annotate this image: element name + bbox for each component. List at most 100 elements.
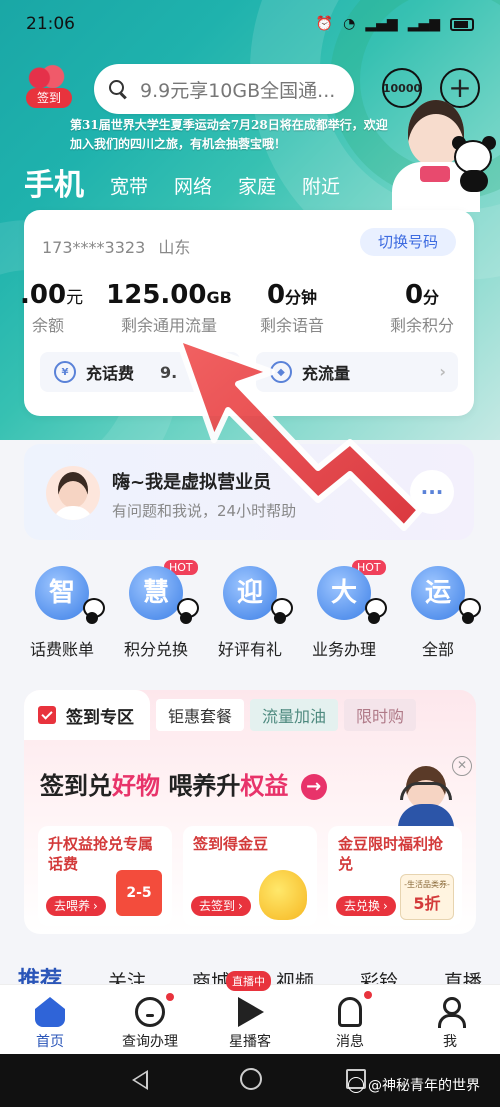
service-business[interactable]: HOT 大 业务办理 <box>298 560 390 660</box>
voice-unit: 分钟 <box>285 288 318 307</box>
assistant-title: 嗨~我是虚拟营业员 <box>112 472 272 493</box>
status-icons: ⏰ ◔ ▂▄▆ ▂▄▆ <box>316 16 474 32</box>
close-icon[interactable]: ✕ <box>452 756 472 776</box>
service-all[interactable]: 运 全部 <box>392 566 484 660</box>
promo-card[interactable]: 金豆限时福利抢兑 -生活品类券- 5折 去兑换 › <box>328 826 462 926</box>
nav-query[interactable]: 查询办理 <box>100 985 200 1051</box>
signal-icon: ▂▄▆ <box>407 16 440 32</box>
sign-in-badge[interactable]: 签到 <box>22 64 74 110</box>
back-icon[interactable] <box>132 1070 148 1090</box>
search-bar[interactable]: 9.9元享10GB全国通... <box>94 64 354 114</box>
promo-card[interactable]: 签到得金豆 去签到 › <box>183 826 317 926</box>
tab-nearby[interactable]: 附近 <box>302 172 340 199</box>
exchange-button[interactable]: 去兑换 › <box>336 896 396 916</box>
service-grid: 智 话费账单 HOT 慧 积分兑换 迎 好评有礼 HOT 大 业务办理 运 全部 <box>16 560 484 660</box>
tab-discount-plans[interactable]: 钜惠套餐 <box>156 699 245 731</box>
data-unit: GB <box>206 288 232 307</box>
watermark-text: @神秘青年的世界 <box>368 1078 480 1094</box>
search-icon <box>108 79 128 99</box>
switch-number-button[interactable]: 切换号码 <box>360 228 456 256</box>
sign-in-button[interactable]: 去签到 › <box>191 896 251 916</box>
nav-star-podcast[interactable]: 直播中 星播客 <box>200 971 300 1051</box>
points-exchange-icon: 慧 <box>129 566 199 624</box>
nav-messages[interactable]: 消息 <box>300 985 400 1051</box>
headline-part: 喂养升 <box>160 772 241 800</box>
phone-number: 173****3323 <box>42 238 146 257</box>
main-category-tabs: 手机 宽带 网络 家庭 附近 <box>24 160 366 204</box>
home-circle-icon[interactable] <box>240 1068 262 1090</box>
tab-flash-sale[interactable]: 限时购 <box>344 699 417 731</box>
tab-family[interactable]: 家庭 <box>238 172 276 199</box>
account-card: 173****3323 山东 切换号码 .00元 余额 125.00GB 剩余通… <box>20 210 474 416</box>
service-bill[interactable]: 智 话费账单 <box>16 566 108 660</box>
wifi-icon: ◔ <box>343 16 356 32</box>
status-bar: 21:06 ⏰ ◔ ▂▄▆ ▂▄▆ <box>0 0 500 48</box>
headline-part: 权益 <box>240 772 289 800</box>
province: 山东 <box>158 238 191 257</box>
balance-value: .00 <box>20 280 67 310</box>
promo-banner-text[interactable]: 第31届世界大学生夏季运动会7月28日将在成都举行，欢迎加入我们的四川之旅，有机… <box>70 116 390 154</box>
red-envelope-icon: 2-5 <box>116 870 162 916</box>
bell-icon <box>338 997 362 1027</box>
points-label: 剩余积分 <box>389 316 454 335</box>
query-icon <box>135 997 165 1027</box>
phone-number-line: 173****3323 山东 <box>42 234 190 258</box>
tab-network[interactable]: 网络 <box>174 172 212 199</box>
panda-mascot-icon <box>450 136 496 192</box>
tab-mobile[interactable]: 手机 <box>24 160 84 204</box>
recharge-data-button[interactable]: ◆ 充流量 › <box>256 352 458 392</box>
nav-me[interactable]: 我 <box>400 985 500 1051</box>
coupon-icon: -生活品类券- 5折 <box>400 874 454 920</box>
arrow-right-icon: → <box>300 774 327 800</box>
service-review-gift[interactable]: 迎 好评有礼 <box>204 566 296 660</box>
balance-unit: 元 <box>66 288 84 308</box>
nav-label: 星播客 <box>229 1034 271 1050</box>
recharge-balance-extra: 9. <box>160 362 178 382</box>
review-gift-icon: 迎 <box>223 566 293 624</box>
sign-zone-headline[interactable]: 签到兑好物 喂养升权益 → <box>40 766 327 801</box>
live-badge: 直播中 <box>226 971 271 991</box>
headline-part: 好物 <box>112 772 160 800</box>
tab-label: 签到专区 <box>66 707 134 728</box>
service-label: 话费账单 <box>29 640 94 659</box>
nav-label: 我 <box>443 1034 457 1050</box>
promo-card-title: 升权益抢兑专属话费 <box>48 835 154 873</box>
virtual-assistant-card[interactable]: 嗨~我是虚拟营业员 有问题和我说，24小时帮助 ··· <box>24 444 474 540</box>
nav-home[interactable]: 首页 <box>0 985 100 1051</box>
voice-label: 剩余语音 <box>259 316 324 335</box>
chat-bubble-icon[interactable]: ··· <box>410 470 454 514</box>
calendar-check-icon <box>38 706 56 724</box>
tab-data-boost[interactable]: 流量加油 <box>250 699 339 731</box>
service-label: 全部 <box>421 640 454 659</box>
recharge-balance-label: 充话费 <box>86 364 135 383</box>
assistant-avatar <box>46 466 100 520</box>
balance-label: 余额 <box>31 316 64 335</box>
tab-broadband[interactable]: 宽带 <box>110 172 148 199</box>
promo-card[interactable]: 升权益抢兑专属话费 2-5 去喂养 › <box>38 826 172 926</box>
data-stat[interactable]: 125.00GB 剩余通用流量 <box>106 280 232 336</box>
sign-zone-tabs: 签到专区 钜惠套餐 流量加油 限时购 <box>24 690 476 740</box>
watermark-icon <box>348 1077 364 1093</box>
tab-sign-in-zone[interactable]: 签到专区 <box>24 690 150 740</box>
assistant-subtitle: 有问题和我说，24小时帮助 <box>112 502 297 520</box>
voice-value: 0 <box>266 280 286 310</box>
points-stat[interactable]: 0分 剩余积分 <box>382 280 462 336</box>
headset-agent-mascot <box>390 754 460 834</box>
nav-label: 首页 <box>36 1034 64 1050</box>
feed-button[interactable]: 去喂养 › <box>46 896 106 916</box>
recharge-balance-button[interactable]: ¥ 充话费 9. <box>40 352 240 392</box>
voice-stat[interactable]: 0分钟 剩余语音 <box>252 280 332 336</box>
points-unit: 分 <box>423 288 440 307</box>
service-points-exchange[interactable]: HOT 慧 积分兑换 <box>110 560 202 660</box>
droplet-icon: ◆ <box>270 361 292 383</box>
balance-stat[interactable]: .00元 余额 <box>20 280 83 336</box>
home-icon <box>35 997 65 1027</box>
sign-zone-cards: 升权益抢兑专属话费 2-5 去喂养 › 签到得金豆 去签到 › 金豆限时福利抢兑 -… <box>38 826 462 926</box>
data-value: 125.00 <box>106 280 207 310</box>
user-icon <box>435 997 466 1028</box>
yuan-icon: ¥ <box>54 361 76 383</box>
service-label: 好评有礼 <box>217 640 282 659</box>
signal-icon: ▂▄▆ <box>365 16 398 32</box>
gold-bean-icon <box>259 870 307 920</box>
business-icon: 大 <box>317 566 387 624</box>
